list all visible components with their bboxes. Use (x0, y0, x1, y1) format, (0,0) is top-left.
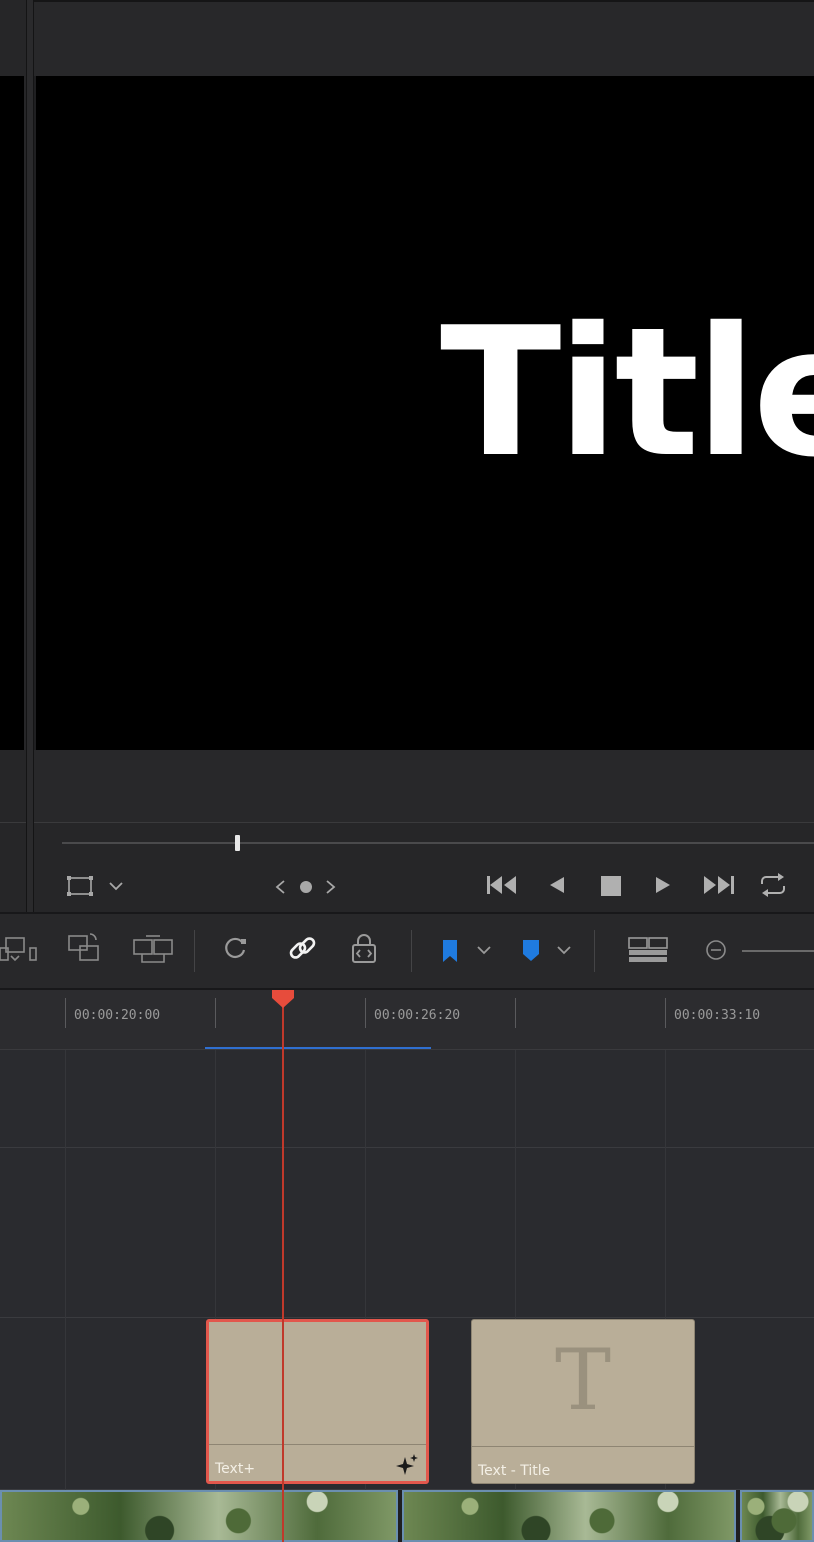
ruler-tick (665, 998, 666, 1028)
clip-navigation (275, 880, 336, 894)
timeline-track (0, 1050, 814, 1148)
video-clip[interactable] (0, 1490, 398, 1542)
ruler-timecode: 00:00:26:20 (374, 1008, 461, 1023)
in-out-range (205, 1047, 431, 1049)
ruler-timecode: 00:00:20:00 (74, 1008, 161, 1023)
nav-dot-icon[interactable] (300, 881, 312, 893)
clip-label: Text+ (215, 1461, 256, 1477)
timeline-toolbar (0, 912, 814, 990)
playhead-line[interactable] (282, 1005, 284, 1542)
linked-selection-icon[interactable] (286, 932, 320, 966)
ruler-tick (515, 998, 516, 1028)
loop-icon[interactable] (758, 872, 788, 898)
zoom-out-icon[interactable] (704, 938, 728, 962)
marker-icon[interactable] (520, 938, 542, 964)
viewer-header (34, 0, 814, 76)
text-title-clip[interactable]: T Text - Title (471, 1319, 695, 1484)
preview-title-text: Title (440, 289, 814, 496)
flag-icon[interactable] (440, 938, 460, 964)
text-plus-clip[interactable]: Text+ (206, 1319, 429, 1484)
ruler-tick (65, 998, 66, 1028)
clip-divider (209, 1444, 426, 1445)
scrubber-bar[interactable] (62, 842, 814, 844)
viewer-footer (34, 750, 814, 822)
clip-label: Text - Title (478, 1463, 551, 1479)
zoom-slider[interactable] (742, 950, 814, 952)
ruler-timecode: 00:00:33:10 (674, 1008, 761, 1023)
toolbar-separator (411, 930, 412, 972)
video-clip[interactable] (402, 1490, 736, 1542)
swap-clip-icon[interactable] (132, 932, 176, 966)
skip-to-start-icon[interactable] (486, 874, 520, 896)
nav-next-icon[interactable] (326, 880, 336, 894)
scrubber-handle[interactable] (235, 835, 240, 851)
step-back-icon[interactable] (546, 874, 568, 896)
timeline-track (0, 1148, 814, 1318)
snapping-icon[interactable] (220, 934, 252, 966)
chevron-down-icon[interactable] (476, 944, 492, 956)
timeline-view-options-icon[interactable] (628, 936, 670, 964)
clip-divider (472, 1446, 694, 1447)
play-icon[interactable] (652, 874, 674, 896)
left-controls-panel (0, 822, 26, 912)
chevron-down-icon[interactable] (108, 880, 124, 892)
nav-prev-icon[interactable] (275, 880, 285, 894)
viewer-divider[interactable] (26, 0, 34, 912)
chevron-down-icon[interactable] (556, 944, 572, 956)
ruler-tick (215, 998, 216, 1028)
transform-icon[interactable] (66, 875, 94, 897)
video-clip[interactable] (740, 1490, 814, 1542)
grid-line (65, 1050, 66, 1490)
toolbar-separator (194, 930, 195, 972)
position-lock-icon[interactable] (348, 932, 380, 966)
title-thumbnail-glyph: T (554, 1331, 612, 1429)
skip-to-end-icon[interactable] (702, 874, 736, 896)
transport-controls (34, 822, 814, 912)
source-viewer-frame (0, 76, 24, 750)
replace-clip-icon[interactable] (0, 934, 40, 966)
ruler-tick (365, 998, 366, 1028)
timeline-viewer-frame[interactable]: Title (36, 76, 814, 750)
playhead-handle[interactable] (270, 988, 296, 1010)
stop-icon[interactable] (600, 875, 622, 897)
effects-sparkle-icon (396, 1454, 418, 1475)
overwrite-clip-icon[interactable] (66, 932, 104, 966)
toolbar-separator (594, 930, 595, 972)
